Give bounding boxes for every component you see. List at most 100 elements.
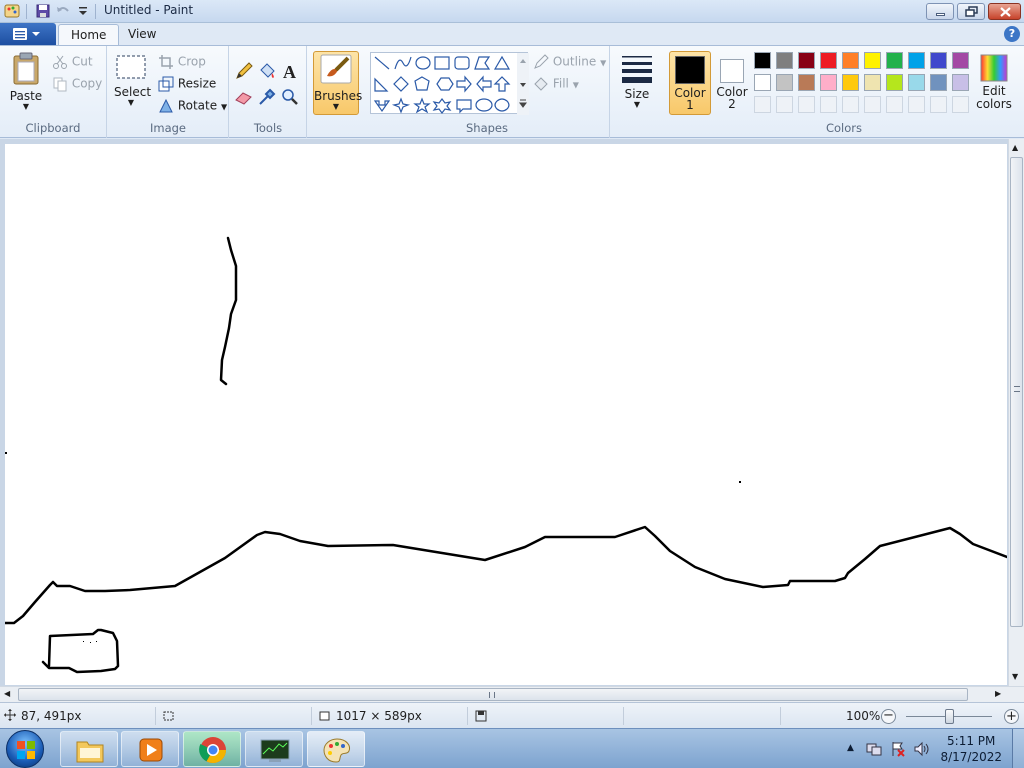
paint-menu-button[interactable] [0, 23, 56, 45]
paste-button[interactable]: Paste ▼ [6, 52, 46, 111]
horizontal-scrollbar[interactable]: ◀ ▶ [0, 686, 1024, 702]
tab-view[interactable]: View [116, 24, 168, 45]
vertical-scroll-thumb[interactable] [1010, 157, 1023, 627]
palette-swatch[interactable] [798, 74, 815, 91]
custom-color-slot[interactable] [952, 96, 969, 113]
undo-icon[interactable] [55, 3, 71, 19]
palette-swatch[interactable] [776, 74, 793, 91]
paint-app-icon[interactable] [4, 3, 20, 19]
volume-icon[interactable] [913, 741, 931, 757]
crop-button[interactable]: Crop [158, 54, 206, 70]
palette-swatch[interactable] [864, 74, 881, 91]
palette-swatch[interactable] [908, 74, 925, 91]
palette-swatch[interactable] [776, 52, 793, 69]
select-button[interactable]: Select ▼ [114, 54, 151, 107]
palette-swatch[interactable] [820, 74, 837, 91]
color1-swatch [675, 56, 705, 84]
rectangle-shape-icon [434, 56, 450, 70]
custom-color-slot[interactable] [754, 96, 771, 113]
color-picker-tool[interactable] [256, 86, 276, 106]
help-icon[interactable]: ? [1004, 26, 1020, 42]
palette-swatch[interactable] [886, 74, 903, 91]
rotate-button[interactable]: Rotate ▼ [158, 98, 227, 114]
palette-swatch[interactable] [952, 74, 969, 91]
eraser-tool[interactable] [233, 86, 253, 106]
brushes-button[interactable]: Brushes ▼ [313, 51, 362, 115]
paste-dropdown-icon[interactable]: ▼ [6, 103, 46, 111]
cut-button[interactable]: Cut [52, 54, 93, 70]
restore-button[interactable] [957, 3, 985, 20]
edit-colors-button[interactable]: Edit colors [976, 54, 1012, 111]
taskbar-media-player[interactable] [121, 731, 179, 767]
rotate-dropdown-icon[interactable]: ▼ [221, 103, 227, 112]
taskbar-task-manager[interactable] [245, 731, 303, 767]
taskbar-paint[interactable] [307, 731, 365, 767]
action-center-flag-icon[interactable] [890, 741, 906, 757]
zoom-out-icon[interactable]: − [881, 709, 896, 724]
window-title: Untitled - Paint [104, 3, 194, 17]
palette-swatch[interactable] [952, 52, 969, 69]
magnifier-tool[interactable] [279, 86, 299, 106]
minimize-button[interactable] [926, 3, 954, 20]
horizontal-scroll-thumb[interactable] [18, 688, 968, 701]
palette-swatch[interactable] [930, 52, 947, 69]
color1-button[interactable]: Color 1 [669, 51, 711, 115]
size-button[interactable]: Size ▼ [617, 54, 657, 109]
brushes-dropdown-icon[interactable]: ▼ [314, 103, 358, 111]
network-icon[interactable] [866, 741, 882, 757]
palette-swatch[interactable] [798, 52, 815, 69]
custom-color-slot[interactable] [842, 96, 859, 113]
custom-color-slot[interactable] [886, 96, 903, 113]
paste-icon [13, 52, 39, 85]
palette-swatch[interactable] [908, 52, 925, 69]
resize-button[interactable]: Resize [158, 76, 216, 92]
palette-swatch[interactable] [864, 52, 881, 69]
fill-dropdown-icon[interactable]: ▼ [573, 81, 579, 90]
color2-button[interactable]: Color 2 [714, 51, 750, 115]
customize-toolbar-icon[interactable] [75, 3, 91, 19]
copy-button[interactable]: Copy [52, 76, 102, 92]
custom-color-slot[interactable] [930, 96, 947, 113]
fill-button[interactable]: Fill ▼ [533, 76, 579, 92]
taskbar-file-explorer[interactable] [60, 731, 118, 767]
custom-color-slot[interactable] [798, 96, 815, 113]
scroll-down-icon[interactable]: ▼ [1012, 672, 1018, 681]
custom-color-slot[interactable] [820, 96, 837, 113]
fill-tool[interactable] [256, 60, 276, 80]
start-button[interactable] [6, 730, 44, 768]
zoom-in-icon[interactable]: + [1004, 709, 1019, 724]
scroll-right-icon[interactable]: ▶ [995, 689, 1001, 698]
select-dropdown-icon[interactable]: ▼ [114, 99, 148, 107]
tab-home[interactable]: Home [58, 24, 120, 45]
taskbar-chrome[interactable] [183, 731, 241, 767]
palette-swatch[interactable] [842, 52, 859, 69]
show-desktop-button[interactable] [1012, 729, 1024, 768]
save-icon[interactable] [35, 3, 51, 19]
scroll-left-icon[interactable]: ◀ [4, 689, 10, 698]
custom-color-slot[interactable] [864, 96, 881, 113]
size-dropdown-icon[interactable]: ▼ [617, 101, 657, 109]
close-button[interactable] [988, 3, 1021, 20]
palette-swatch[interactable] [930, 74, 947, 91]
system-clock[interactable]: 5:11 PM 8/17/2022 [940, 733, 1002, 765]
scroll-up-icon[interactable]: ▲ [1012, 143, 1018, 152]
outline-button[interactable]: Outline ▼ [533, 54, 606, 70]
vertical-scrollbar[interactable]: ▲ ▼ [1008, 139, 1024, 686]
shapes-gallery-icons[interactable] [371, 53, 529, 115]
drawing-canvas[interactable] [3, 144, 1009, 685]
custom-color-slot[interactable] [908, 96, 925, 113]
custom-color-slot[interactable] [776, 96, 793, 113]
palette-swatch[interactable] [886, 52, 903, 69]
pencil-tool[interactable] [233, 60, 253, 80]
text-tool[interactable]: A [279, 60, 299, 82]
paint-palette-icon [323, 738, 350, 763]
zoom-slider-thumb[interactable] [945, 709, 954, 724]
outline-dropdown-icon[interactable]: ▼ [600, 59, 606, 68]
palette-swatch[interactable] [754, 74, 771, 91]
show-hidden-icons[interactable]: ▲ [847, 743, 854, 753]
palette-swatch[interactable] [820, 52, 837, 69]
palette-swatch[interactable] [754, 52, 771, 69]
thumb-grip-icon [1014, 386, 1020, 392]
palette-swatch[interactable] [842, 74, 859, 91]
shapes-gallery [370, 52, 529, 115]
